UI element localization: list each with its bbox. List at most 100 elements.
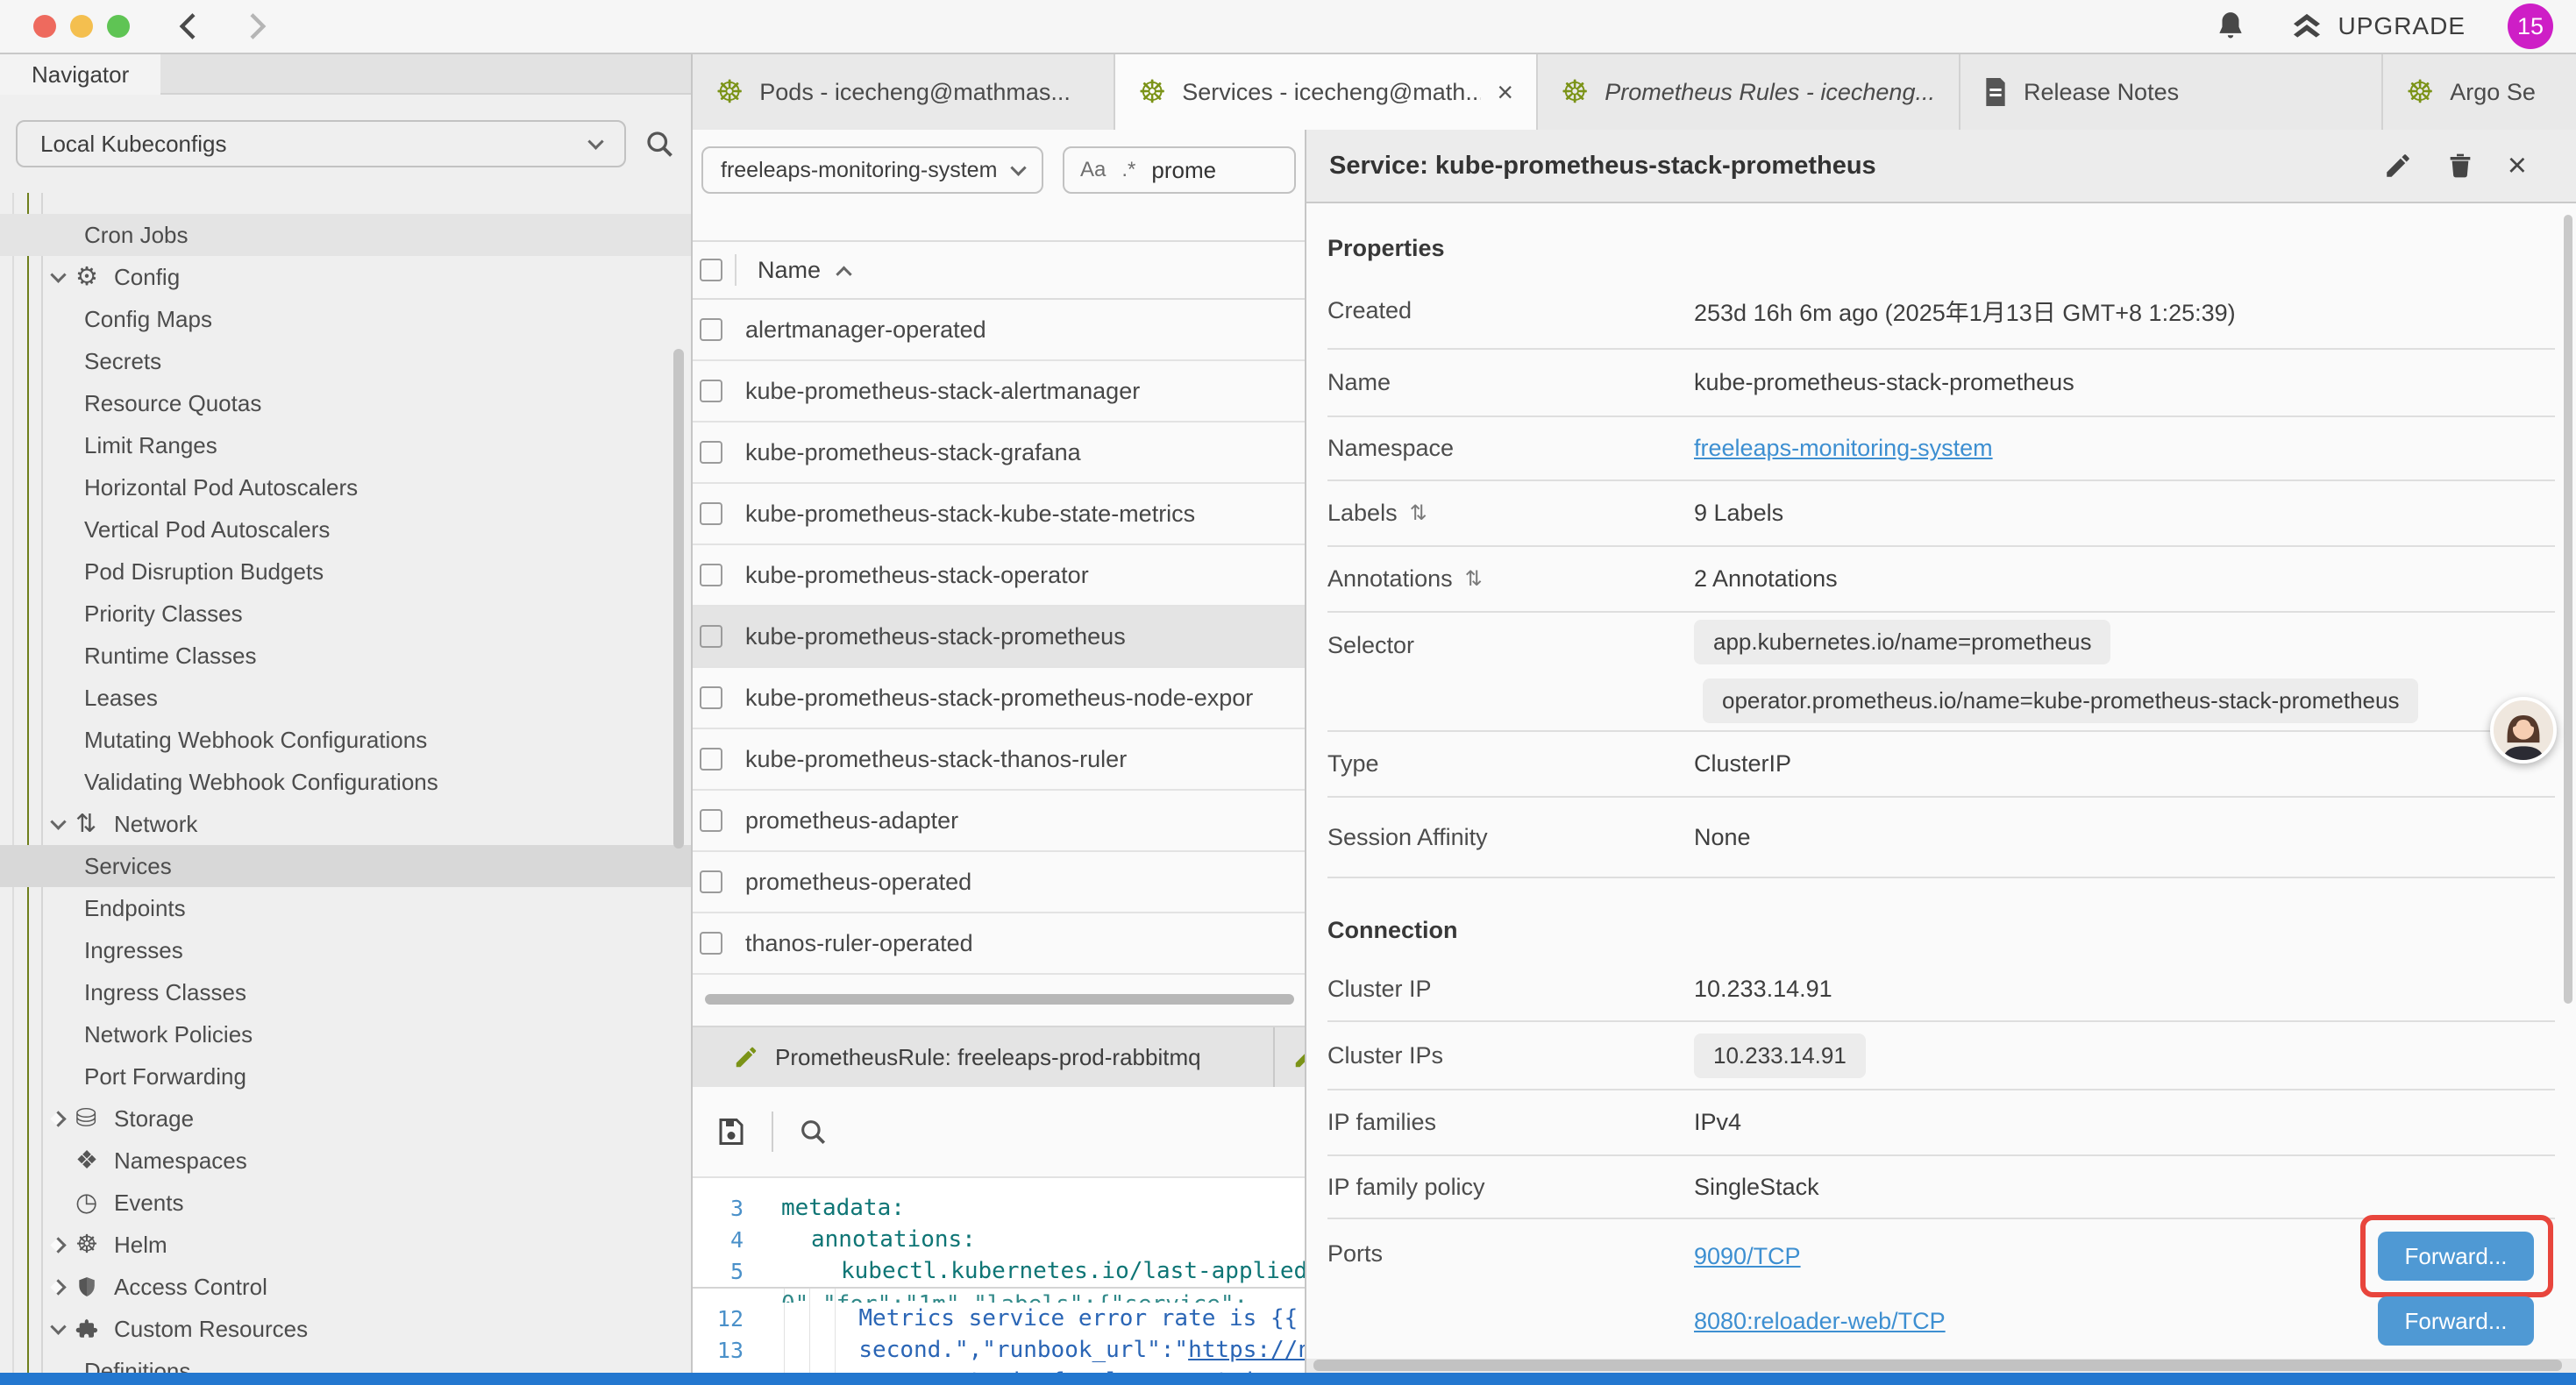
row-checkbox[interactable] <box>700 502 722 525</box>
tab-argo-se[interactable]: ☸Argo Se <box>2383 54 2576 130</box>
tab-prometheus-rules-icecheng[interactable]: ☸Prometheus Rules - icecheng... <box>1538 54 1960 130</box>
chevron-down-icon[interactable] <box>40 272 75 283</box>
back-arrow-icon[interactable] <box>172 9 207 44</box>
row-checkbox[interactable] <box>700 870 722 893</box>
sidebar-item-priority-classes[interactable]: Priority Classes <box>0 593 691 635</box>
search-icon[interactable] <box>644 128 675 160</box>
sidebar-item-namespaces[interactable]: ❖Namespaces <box>0 1140 691 1182</box>
minimize-window-button[interactable] <box>70 15 93 38</box>
detail-vscrollbar-thumb[interactable] <box>2564 215 2572 1004</box>
table-row[interactable]: kube-prometheus-stack-kube-state-metrics <box>693 484 1305 545</box>
row-checkbox[interactable] <box>700 809 722 832</box>
forward-button[interactable]: Forward... <box>2378 1232 2534 1281</box>
row-checkbox[interactable] <box>700 380 722 402</box>
forward-arrow-icon[interactable] <box>238 9 274 44</box>
row-checkbox[interactable] <box>700 441 722 464</box>
row-checkbox[interactable] <box>700 932 722 955</box>
sidebar-item-runtime-classes[interactable]: Runtime Classes <box>0 635 691 677</box>
table-row[interactable]: kube-prometheus-stack-alertmanager <box>693 361 1305 423</box>
editor-tab-prometheusrule[interactable]: PrometheusRule: freeleaps-prod-rabbitmq <box>693 1027 1275 1087</box>
port-link[interactable]: 8080:reloader-web/TCP <box>1694 1308 1946 1335</box>
tab-pods-icecheng-mathmas[interactable]: ☸Pods - icecheng@mathmas... <box>693 54 1115 130</box>
sort-ascending-icon[interactable] <box>836 266 851 281</box>
close-icon[interactable]: × <box>1497 76 1513 109</box>
table-row[interactable]: prometheus-operated <box>693 852 1305 913</box>
sidebar-item-port-forwarding[interactable]: Port Forwarding <box>0 1055 691 1097</box>
sidebar-item-events[interactable]: ◷Events <box>0 1182 691 1224</box>
kubeconfig-select[interactable]: Local Kubeconfigs <box>16 120 626 167</box>
list-hscrollbar-thumb[interactable] <box>705 994 1294 1005</box>
edit-pencil-icon[interactable] <box>2383 151 2413 181</box>
table-row[interactable]: kube-prometheus-stack-prometheus <box>693 607 1305 668</box>
sidebar-item-helm[interactable]: ☸Helm <box>0 1224 691 1266</box>
sort-updown-icon[interactable]: ⇅ <box>1410 501 1427 526</box>
row-checkbox[interactable] <box>700 686 722 709</box>
list-search-input[interactable]: Aa .* prome <box>1063 146 1296 194</box>
sidebar-item-vertical-pod-autoscalers[interactable]: Vertical Pod Autoscalers <box>0 508 691 550</box>
code-link[interactable]: https://net <box>1188 1337 1305 1363</box>
table-row[interactable]: kube-prometheus-stack-prometheus-node-ex… <box>693 668 1305 729</box>
sidebar-item-horizontal-pod-autoscalers[interactable]: Horizontal Pod Autoscalers <box>0 466 691 508</box>
sidebar-item-access-control[interactable]: Access Control <box>0 1266 691 1308</box>
select-all-checkbox[interactable] <box>700 259 722 281</box>
sidebar-item-network[interactable]: ⇅Network <box>0 803 691 845</box>
row-checkbox[interactable] <box>700 748 722 771</box>
row-checkbox[interactable] <box>700 625 722 648</box>
save-icon[interactable] <box>715 1116 747 1147</box>
editor-tab-partial[interactable] <box>1275 1027 1305 1087</box>
namespace-link[interactable]: freeleaps-monitoring-system <box>1694 435 1993 461</box>
chevron-right-icon[interactable] <box>40 1239 75 1251</box>
table-row[interactable]: kube-prometheus-stack-thanos-ruler <box>693 729 1305 791</box>
sidebar-item-config[interactable]: ⚙Config <box>0 256 691 298</box>
avatar[interactable] <box>2490 697 2557 764</box>
sidebar-item-config-maps[interactable]: Config Maps <box>0 298 691 340</box>
table-row[interactable]: kube-prometheus-stack-operator <box>693 545 1305 607</box>
port-link[interactable]: 9090/TCP <box>1694 1243 1801 1270</box>
table-row[interactable]: alertmanager-operated <box>693 300 1305 361</box>
sidebar-item-ingresses[interactable]: Ingresses <box>0 929 691 971</box>
notification-count-badge[interactable]: 15 <box>2508 4 2553 49</box>
delete-trash-icon[interactable] <box>2446 151 2474 181</box>
tab-release-notes[interactable]: Release Notes <box>1960 54 2383 130</box>
sidebar-item-validating-webhook-configurations[interactable]: Validating Webhook Configurations <box>0 761 691 803</box>
close-window-button[interactable] <box>33 15 56 38</box>
sidebar-item-network-policies[interactable]: Network Policies <box>0 1013 691 1055</box>
sidebar-scrollbar-thumb[interactable] <box>673 349 684 849</box>
sort-updown-icon[interactable]: ⇅ <box>1465 566 1483 592</box>
sidebar-item-limit-ranges[interactable]: Limit Ranges <box>0 424 691 466</box>
sidebar-item-mutating-webhook-configurations[interactable]: Mutating Webhook Configurations <box>0 719 691 761</box>
sidebar-item-ingress-classes[interactable]: Ingress Classes <box>0 971 691 1013</box>
yaml-editor[interactable]: 3metadata:4annotations:5kubectl.kubernet… <box>693 1178 1305 1373</box>
chevron-right-icon[interactable] <box>40 1113 75 1125</box>
maximize-window-button[interactable] <box>107 15 130 38</box>
sidebar-item-secrets[interactable]: Secrets <box>0 340 691 382</box>
forward-button[interactable]: Forward... <box>2378 1296 2534 1346</box>
upgrade-button[interactable]: UPGRADE <box>2289 9 2466 44</box>
table-row[interactable]: prometheus-adapter <box>693 791 1305 852</box>
close-icon[interactable]: × <box>2508 149 2527 182</box>
notifications-bell-icon[interactable] <box>2214 10 2247 43</box>
sidebar-item-services[interactable]: Services <box>0 845 691 887</box>
sidebar-item-cron-jobs[interactable]: Cron Jobs <box>0 214 691 256</box>
table-row[interactable]: thanos-ruler-operated <box>693 913 1305 975</box>
sidebar-item-pod-disruption-budgets[interactable]: Pod Disruption Budgets <box>0 550 691 593</box>
sidebar-item-resource-quotas[interactable]: Resource Quotas <box>0 382 691 424</box>
match-case-icon[interactable]: Aa <box>1080 158 1106 182</box>
chevron-down-icon[interactable] <box>40 819 75 830</box>
namespace-filter-select[interactable]: freeleaps-monitoring-system <box>701 146 1043 194</box>
sidebar-item-endpoints[interactable]: Endpoints <box>0 887 691 929</box>
row-checkbox[interactable] <box>700 318 722 341</box>
chevron-right-icon[interactable] <box>40 1282 75 1293</box>
sidebar-item-custom-resources[interactable]: Custom Resources <box>0 1308 691 1350</box>
chevron-down-icon[interactable] <box>40 1324 75 1335</box>
detail-hscrollbar-thumb[interactable] <box>1313 1360 2562 1371</box>
tab-services-icecheng-math[interactable]: ☸Services - icecheng@math...× <box>1115 54 1538 130</box>
table-row[interactable]: kube-prometheus-stack-grafana <box>693 423 1305 484</box>
tab-navigator[interactable]: Navigator <box>0 54 160 95</box>
regex-icon[interactable]: .* <box>1121 158 1135 182</box>
sidebar-item-leases[interactable]: Leases <box>0 677 691 719</box>
sidebar-item-definitions[interactable]: Definitions <box>0 1350 691 1373</box>
column-header-name[interactable]: Name <box>758 257 821 284</box>
editor-search-icon[interactable] <box>798 1117 828 1147</box>
sidebar-item-storage[interactable]: ⛁Storage <box>0 1097 691 1140</box>
